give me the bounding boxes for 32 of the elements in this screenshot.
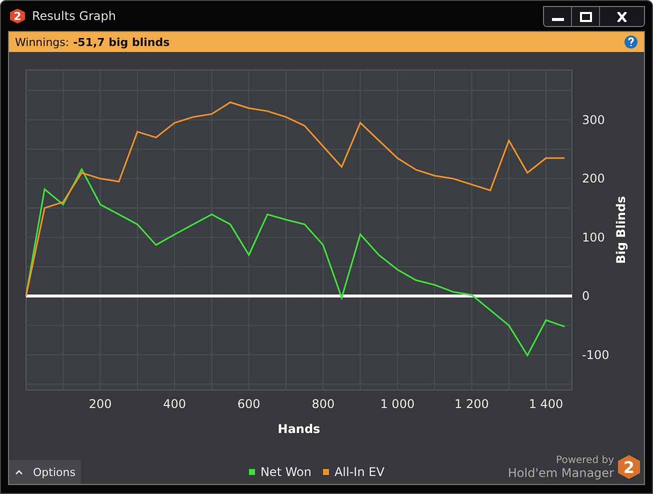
x-tick-label: 200 xyxy=(88,397,112,411)
caret-icon xyxy=(15,469,23,475)
powered-by-text: Powered by xyxy=(556,454,614,466)
product-name: Hold'em Manager xyxy=(508,466,614,480)
x-tick-label: 1 400 xyxy=(528,397,564,411)
x-tick-label: 1 200 xyxy=(454,397,489,411)
help-icon[interactable] xyxy=(624,35,638,49)
y-axis-title: Big Blinds xyxy=(614,196,628,264)
x-axis-title: Hands xyxy=(278,422,320,436)
winnings-value: -51,7 big blinds xyxy=(73,36,170,48)
options-button[interactable]: Options xyxy=(9,460,82,484)
x-tick-label: 1 000 xyxy=(380,397,415,411)
y-tick-label: 100 xyxy=(582,230,605,244)
maximize-button[interactable] xyxy=(572,7,600,26)
x-tick-label: 800 xyxy=(312,397,335,411)
maximize-icon xyxy=(578,12,592,22)
x-tick-label: 600 xyxy=(237,397,260,411)
app-logo: 2 xyxy=(10,8,25,24)
close-icon xyxy=(615,12,629,22)
minimize-icon xyxy=(552,18,564,21)
y-tick-label: -100 xyxy=(582,348,610,362)
legend-item: All-In EV xyxy=(323,465,384,479)
minimize-button[interactable] xyxy=(544,7,572,26)
x-tick-label: 400 xyxy=(163,397,186,411)
y-tick-label: 200 xyxy=(582,172,605,186)
legend-item: Net Won xyxy=(249,465,312,479)
product-logo: 2 xyxy=(618,455,640,479)
y-tick-label: 0 xyxy=(582,289,590,304)
winnings-label: Winnings: xyxy=(15,36,70,48)
close-button[interactable] xyxy=(600,7,644,26)
window-title: Results Graph xyxy=(32,9,116,23)
y-tick-label: 300 xyxy=(582,112,605,127)
